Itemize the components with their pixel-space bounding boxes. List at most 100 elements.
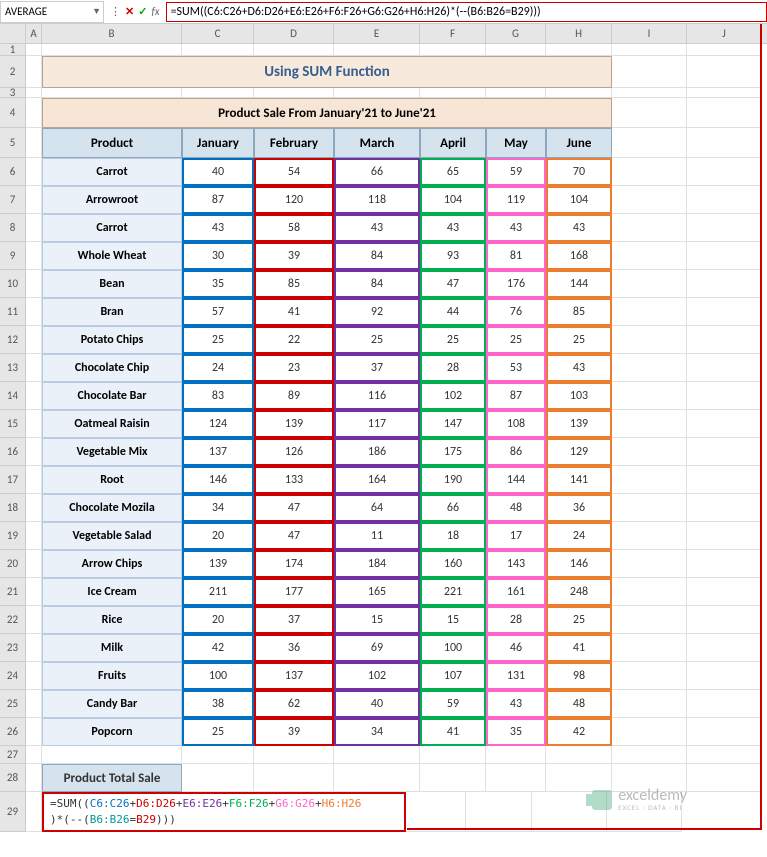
row-header[interactable]: 4	[0, 98, 26, 128]
value-cell[interactable]: 25	[546, 326, 612, 354]
row-header[interactable]: 1	[0, 44, 26, 56]
value-cell[interactable]: 38	[182, 690, 254, 718]
value-cell[interactable]: 87	[486, 382, 546, 410]
product-cell[interactable]: Vegetable Salad	[42, 522, 182, 550]
value-cell[interactable]: 119	[486, 186, 546, 214]
value-cell[interactable]: 141	[546, 466, 612, 494]
value-cell[interactable]: 120	[254, 186, 334, 214]
value-cell[interactable]: 174	[254, 550, 334, 578]
value-cell[interactable]: 85	[546, 298, 612, 326]
value-cell[interactable]: 89	[254, 382, 334, 410]
value-cell[interactable]: 108	[486, 410, 546, 438]
value-cell[interactable]: 160	[420, 550, 486, 578]
value-cell[interactable]: 104	[420, 186, 486, 214]
value-cell[interactable]: 175	[420, 438, 486, 466]
value-cell[interactable]: 37	[334, 354, 420, 382]
value-cell[interactable]: 100	[182, 662, 254, 690]
col-header[interactable]: G	[486, 24, 546, 43]
row-header[interactable]: 2	[0, 56, 26, 88]
value-cell[interactable]: 168	[546, 242, 612, 270]
value-cell[interactable]: 137	[182, 438, 254, 466]
value-cell[interactable]: 86	[486, 438, 546, 466]
value-cell[interactable]: 65	[420, 158, 486, 186]
row-header[interactable]: 10	[0, 270, 26, 298]
value-cell[interactable]: 44	[420, 298, 486, 326]
value-cell[interactable]: 43	[486, 690, 546, 718]
row-header[interactable]: 16	[0, 438, 26, 466]
product-cell[interactable]: Bran	[42, 298, 182, 326]
value-cell[interactable]: 57	[182, 298, 254, 326]
row-header[interactable]: 22	[0, 606, 26, 634]
row-header[interactable]: 14	[0, 382, 26, 410]
value-cell[interactable]: 40	[334, 690, 420, 718]
value-cell[interactable]: 118	[334, 186, 420, 214]
value-cell[interactable]: 186	[334, 438, 420, 466]
value-cell[interactable]: 28	[486, 606, 546, 634]
product-cell[interactable]: Whole Wheat	[42, 242, 182, 270]
value-cell[interactable]: 36	[546, 494, 612, 522]
product-cell[interactable]: Popcorn	[42, 718, 182, 746]
value-cell[interactable]: 20	[182, 606, 254, 634]
name-box-dropdown-icon[interactable]: ▼	[92, 6, 101, 17]
value-cell[interactable]: 165	[334, 578, 420, 606]
value-cell[interactable]: 30	[182, 242, 254, 270]
value-cell[interactable]: 117	[334, 410, 420, 438]
col-header[interactable]: H	[546, 24, 612, 43]
value-cell[interactable]: 87	[182, 186, 254, 214]
product-cell[interactable]: Arrowroot	[42, 186, 182, 214]
table-header[interactable]: June	[546, 128, 612, 158]
value-cell[interactable]: 137	[254, 662, 334, 690]
value-cell[interactable]: 47	[420, 270, 486, 298]
value-cell[interactable]: 64	[334, 494, 420, 522]
row-header[interactable]: 29	[0, 792, 26, 832]
row-header[interactable]: 23	[0, 634, 26, 662]
col-header[interactable]: I	[612, 24, 687, 43]
value-cell[interactable]: 146	[546, 550, 612, 578]
value-cell[interactable]: 39	[254, 242, 334, 270]
value-cell[interactable]: 83	[182, 382, 254, 410]
value-cell[interactable]: 11	[334, 522, 420, 550]
table-header[interactable]: February	[254, 128, 334, 158]
value-cell[interactable]: 25	[182, 718, 254, 746]
value-cell[interactable]: 25	[486, 326, 546, 354]
value-cell[interactable]: 54	[254, 158, 334, 186]
table-header[interactable]: January	[182, 128, 254, 158]
value-cell[interactable]: 23	[254, 354, 334, 382]
row-header[interactable]: 7	[0, 186, 26, 214]
product-cell[interactable]: Chocolate Mozila	[42, 494, 182, 522]
value-cell[interactable]: 133	[254, 466, 334, 494]
value-cell[interactable]: 248	[546, 578, 612, 606]
value-cell[interactable]: 25	[420, 326, 486, 354]
table-header[interactable]: May	[486, 128, 546, 158]
product-cell[interactable]: Potato Chips	[42, 326, 182, 354]
name-box[interactable]: AVERAGE ▼	[0, 1, 104, 23]
row-header[interactable]: 6	[0, 158, 26, 186]
product-cell[interactable]: Arrow Chips	[42, 550, 182, 578]
value-cell[interactable]: 184	[334, 550, 420, 578]
value-cell[interactable]: 24	[182, 354, 254, 382]
value-cell[interactable]: 41	[546, 634, 612, 662]
value-cell[interactable]: 42	[182, 634, 254, 662]
row-header[interactable]: 21	[0, 578, 26, 606]
value-cell[interactable]: 43	[546, 214, 612, 242]
value-cell[interactable]: 43	[334, 214, 420, 242]
row-header[interactable]: 19	[0, 522, 26, 550]
table-header[interactable]: April	[420, 128, 486, 158]
value-cell[interactable]: 36	[254, 634, 334, 662]
value-cell[interactable]: 37	[254, 606, 334, 634]
product-cell[interactable]: Vegetable Mix	[42, 438, 182, 466]
value-cell[interactable]: 41	[420, 718, 486, 746]
value-cell[interactable]: 15	[334, 606, 420, 634]
value-cell[interactable]: 41	[254, 298, 334, 326]
row-header[interactable]: 28	[0, 764, 26, 792]
value-cell[interactable]: 84	[334, 242, 420, 270]
value-cell[interactable]: 84	[334, 270, 420, 298]
value-cell[interactable]: 124	[182, 410, 254, 438]
row-header[interactable]: 5	[0, 128, 26, 158]
value-cell[interactable]: 20	[182, 522, 254, 550]
accept-icon[interactable]: ✓	[138, 5, 147, 18]
value-cell[interactable]: 143	[486, 550, 546, 578]
value-cell[interactable]: 43	[486, 214, 546, 242]
value-cell[interactable]: 22	[254, 326, 334, 354]
value-cell[interactable]: 35	[182, 270, 254, 298]
